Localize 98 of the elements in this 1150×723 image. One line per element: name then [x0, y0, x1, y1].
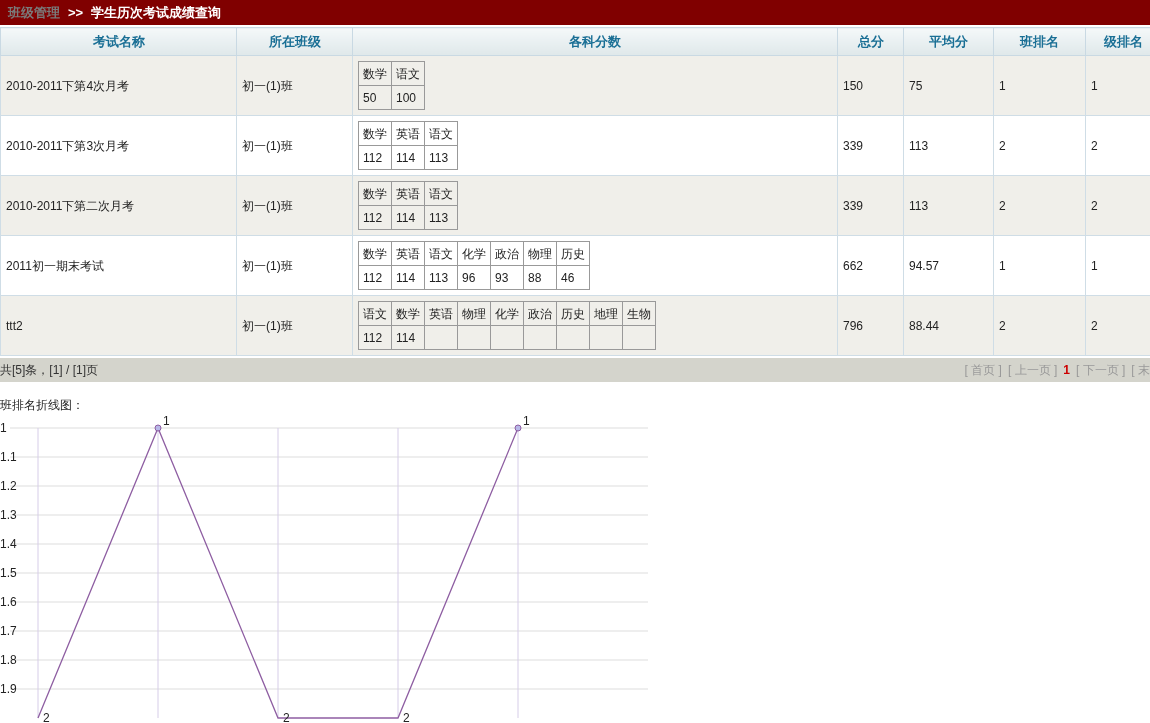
table-cell: 93 [490, 265, 524, 290]
table-cell: 96 [457, 265, 491, 290]
table-cell: 112 [358, 145, 392, 170]
table-cell: 1 [993, 55, 1086, 116]
table-cell: 100 [391, 85, 425, 110]
table-cell: 114 [391, 205, 425, 230]
axis-tick-label: 1.4 [0, 537, 17, 551]
column-header: 考试名称 [0, 27, 237, 56]
table-cell: 历史 [556, 301, 590, 326]
breadcrumb-link[interactable]: 班级管理 [8, 2, 60, 23]
table-cell: 88.44 [903, 295, 994, 356]
record-summary: 共[5]条，[1] / [1]页 [0, 362, 99, 379]
column-header: 班排名 [993, 27, 1086, 56]
data-label: 2 [43, 711, 50, 723]
table-cell: 75 [903, 55, 994, 116]
table-cell: 2 [993, 115, 1086, 176]
axis-tick-label: 1.7 [0, 624, 17, 638]
table-cell: 113 [424, 205, 458, 230]
table-cell: 113 [903, 175, 994, 236]
table-cell: 初一(1)班 [236, 295, 353, 356]
table-cell: 114 [391, 325, 425, 350]
pagination-link[interactable]: [ 末 [1131, 361, 1150, 379]
table-cell: 英语 [424, 301, 458, 326]
data-label: 2 [283, 711, 290, 723]
column-header: 各科分数 [352, 27, 838, 56]
table-cell: 数学 [358, 181, 392, 206]
table-cell: 2011初一期末考试 [0, 235, 237, 296]
table-cell: 英语 [391, 241, 425, 266]
table-cell: 662 [837, 235, 904, 296]
chart-title: 班排名折线图： [0, 397, 85, 412]
axis-tick-label: 1.5 [0, 566, 17, 580]
table-cell: 语文 [424, 121, 458, 146]
table-cell: 数学 [358, 241, 392, 266]
data-label: 1 [523, 414, 530, 428]
table-cell: 112 [358, 265, 392, 290]
table-cell: 数学 [358, 121, 392, 146]
table-cell: 2010-2011下第二次月考 [0, 175, 237, 236]
data-label: 2 [403, 711, 410, 723]
table-cell: 50 [358, 85, 392, 110]
axis-tick-label: 1.3 [0, 508, 17, 522]
column-header: 级排名 [1085, 27, 1150, 56]
table-cell: 114 [391, 145, 425, 170]
data-point [154, 424, 162, 432]
table-cell: 339 [837, 115, 904, 176]
table-cell: 113 [424, 145, 458, 170]
table-cell: 796 [837, 295, 904, 356]
page-title: 学生历次考试成绩查询 [91, 3, 222, 22]
pagination-link[interactable]: [ 首页 ] [964, 361, 1002, 379]
axis-tick-label: 1.2 [0, 479, 17, 493]
table-cell: 政治 [523, 301, 557, 326]
table-cell: 94.57 [903, 235, 994, 296]
table-cell: ttt2 [0, 295, 237, 356]
table-cell: 初一(1)班 [236, 175, 353, 236]
table-cell: 历史 [556, 241, 590, 266]
table-cell: 112 [358, 205, 392, 230]
table-cell: 物理 [523, 241, 557, 266]
axis-tick-label: 1.6 [0, 595, 17, 609]
pagination-link[interactable]: 1 [1063, 361, 1070, 379]
table-cell: 88 [523, 265, 557, 290]
table-cell: 1 [993, 235, 1086, 296]
column-header: 总分 [837, 27, 904, 56]
table-cell: 150 [837, 55, 904, 116]
table-cell: 物理 [457, 301, 491, 326]
axis-tick-label: 1.1 [0, 450, 17, 464]
table-cell: 2010-2011下第4次月考 [0, 55, 237, 116]
table-cell: 113 [903, 115, 994, 176]
table-cell: 化学 [457, 241, 491, 266]
table-cell: 2010-2011下第3次月考 [0, 115, 237, 176]
table-cell: 数学 [391, 301, 425, 326]
table-cell: 数学 [358, 61, 392, 86]
table-cell: 语文 [358, 301, 392, 326]
data-point [514, 424, 522, 432]
table-cell: 初一(1)班 [236, 55, 353, 116]
table-cell: 语文 [424, 241, 458, 266]
column-header: 所在班级 [236, 27, 353, 56]
table-cell: 语文 [424, 181, 458, 206]
table-cell: 地理 [589, 301, 623, 326]
axis-tick-label: 1.9 [0, 682, 17, 696]
table-cell: 114 [391, 265, 425, 290]
table-cell: 语文 [391, 61, 425, 86]
breadcrumb-separator: >> [68, 3, 84, 22]
axis-tick-label: 1 [0, 421, 7, 435]
table-cell: 化学 [490, 301, 524, 326]
table-cell: 生物 [622, 301, 656, 326]
data-label: 1 [163, 414, 170, 428]
table-cell: 政治 [490, 241, 524, 266]
table-cell: 2 [993, 295, 1086, 356]
table-cell: 2 [993, 175, 1086, 236]
table-cell: 339 [837, 175, 904, 236]
table-cell: 英语 [391, 181, 425, 206]
table-cell: 英语 [391, 121, 425, 146]
table-cell: 113 [424, 265, 458, 290]
table-cell: 初一(1)班 [236, 235, 353, 296]
table-cell: 初一(1)班 [236, 115, 353, 176]
axis-tick-label: 1.8 [0, 653, 17, 667]
table-cell: 112 [358, 325, 392, 350]
column-header: 平均分 [903, 27, 994, 56]
table-cell: 46 [556, 265, 590, 290]
